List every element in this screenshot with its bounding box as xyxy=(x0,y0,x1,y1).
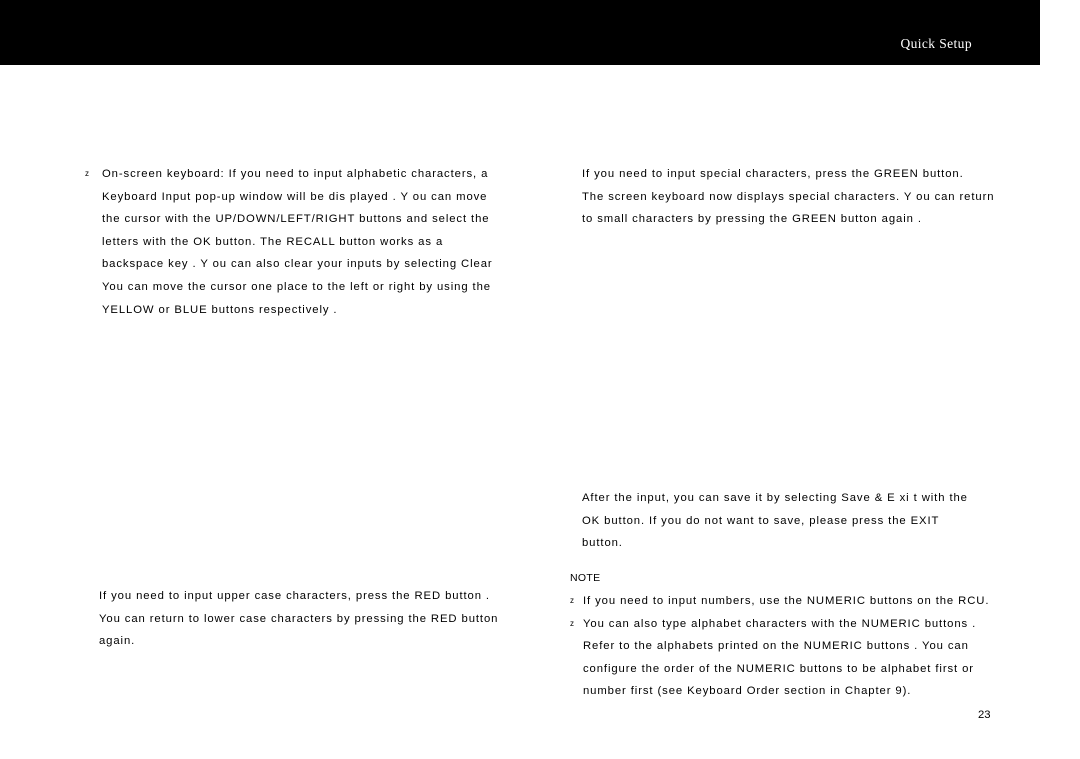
paragraph-line: The screen keyboard now displays special… xyxy=(582,190,995,203)
lower-left-block: If you need to input upper case characte… xyxy=(99,585,519,653)
paragraph-line: You can move the cursor one place to the… xyxy=(102,280,491,293)
paragraph-line: If you need to input upper case characte… xyxy=(99,590,490,602)
paragraph-line: button. xyxy=(582,537,623,550)
paragraph-line: to small characters by pressing the GREE… xyxy=(582,213,922,226)
paragraph-line: Refer to the alphabets printed on the NU… xyxy=(583,640,969,653)
save-exit-block: After the input, you can save it by sele… xyxy=(582,487,992,555)
save-exit-paragraph: After the input, you can save it by sele… xyxy=(582,487,992,555)
lower-left-paragraph: If you need to input upper case characte… xyxy=(99,585,519,653)
note-list-item: z You can also type alphabet characters … xyxy=(570,613,1000,703)
paragraph-line: number first (see Keyboard Order section… xyxy=(583,685,912,698)
note-list-item: z If you need to input numbers, use the … xyxy=(570,590,1000,613)
document-page: Quick Setup z On-screen keyboard: If you… xyxy=(0,0,1080,759)
paragraph-line: After the input, you can save it by sele… xyxy=(582,492,968,504)
header-title: Quick Setup xyxy=(900,36,972,51)
right-paragraph: If you need to input special characters,… xyxy=(582,163,995,231)
paragraph-line: On-screen keyboard: If you need to input… xyxy=(102,168,489,180)
paragraph-line: letters with the OK button. The RECALL b… xyxy=(102,235,444,248)
bullet-icon: z xyxy=(85,169,89,178)
header-band xyxy=(0,0,1040,65)
paragraph-line: configure the order of the NUMERIC butto… xyxy=(583,662,974,675)
paragraph-line: backspace key . Y ou can also clear your… xyxy=(102,258,493,271)
bullet-icon: z xyxy=(570,596,574,605)
paragraph-line: If you need to input numbers, use the NU… xyxy=(583,595,990,607)
paragraph-line: You can return to lower case characters … xyxy=(99,612,499,625)
paragraph-line: YELLOW or BLUE buttons respectively . xyxy=(102,303,338,316)
paragraph-line: If you need to input special characters,… xyxy=(582,168,964,180)
paragraph-line: You can also type alphabet characters wi… xyxy=(583,617,977,630)
right-column: If you need to input special characters,… xyxy=(582,163,995,231)
paragraph-line: again. xyxy=(99,635,136,648)
paragraph-line: the cursor with the UP/DOWN/LEFT/RIGHT b… xyxy=(102,213,490,226)
left-bullet-paragraph: z On-screen keyboard: If you need to inp… xyxy=(85,163,505,321)
paragraph-line: OK button. If you do not want to save, p… xyxy=(582,514,940,527)
page-number: 23 xyxy=(978,709,991,721)
note-block: NOTE z If you need to input numbers, use… xyxy=(570,572,1000,703)
paragraph-line: Keyboard Input pop-up window will be dis… xyxy=(102,190,488,203)
note-title: NOTE xyxy=(570,572,601,584)
left-column: z On-screen keyboard: If you need to inp… xyxy=(85,163,505,321)
bullet-icon: z xyxy=(570,618,574,628)
